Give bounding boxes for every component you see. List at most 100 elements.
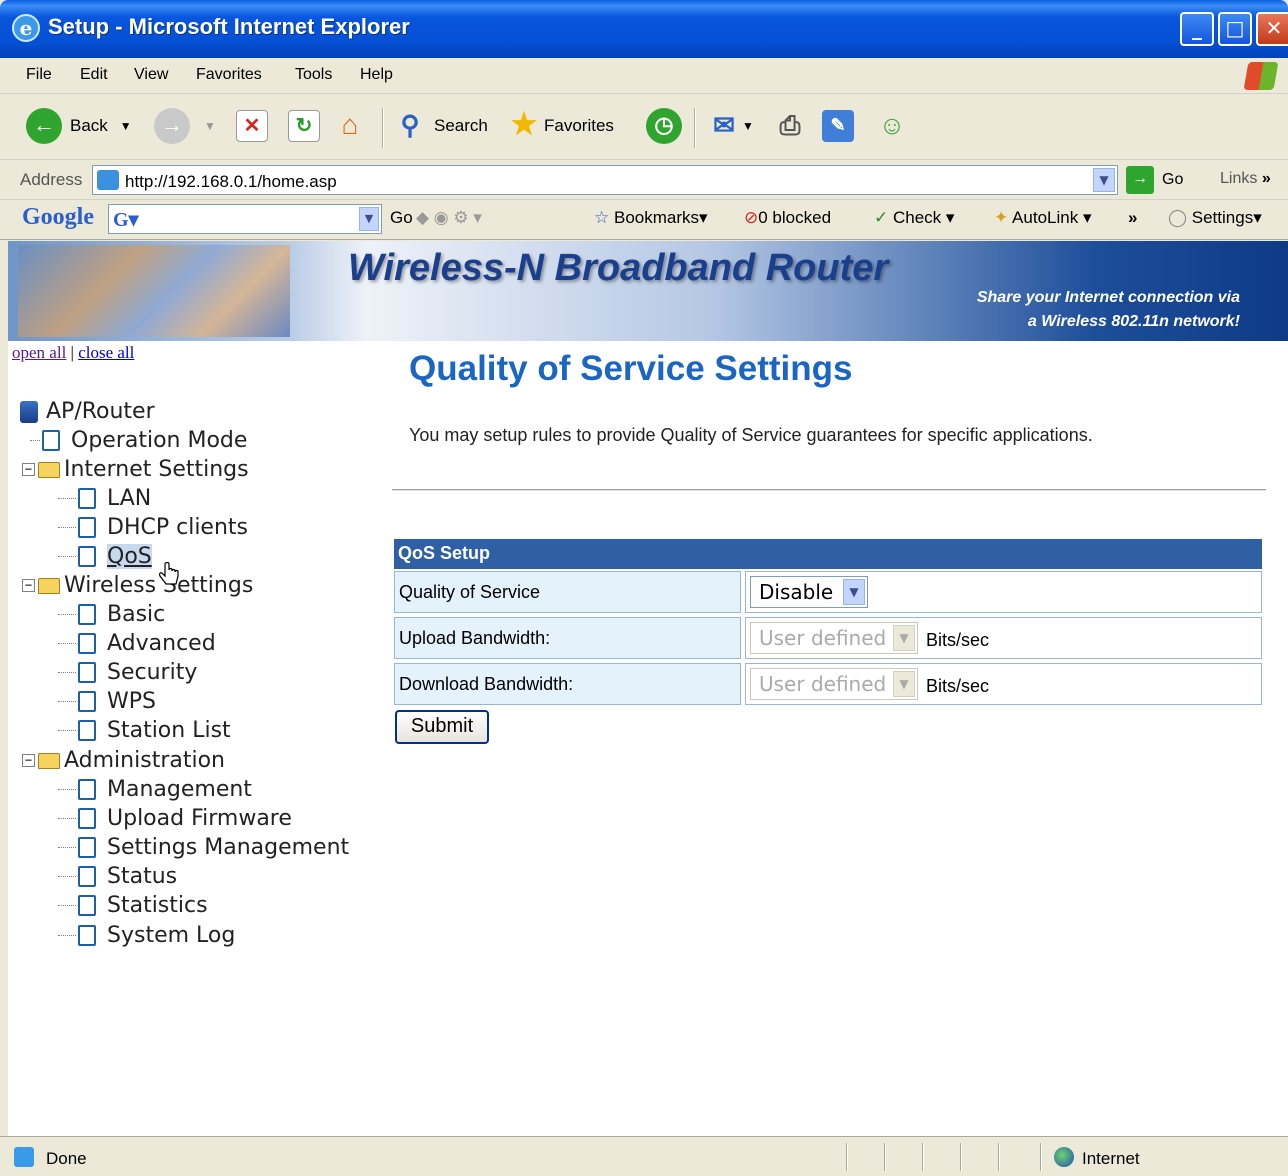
tree-item-upload-firmware[interactable]: Upload Firmware	[58, 806, 292, 831]
page-icon	[78, 720, 96, 741]
tree-item-internet-settings[interactable]: − Internet Settings	[22, 457, 249, 482]
ie-page-icon	[14, 1147, 34, 1167]
menu-edit[interactable]: Edit	[80, 66, 108, 84]
menu-file[interactable]: File	[26, 66, 52, 84]
popup-blocker-button[interactable]: ⊘0 blocked	[744, 208, 831, 228]
tree-item-advanced[interactable]: Advanced	[58, 631, 216, 656]
page-icon	[78, 895, 96, 916]
chevron-down-icon: ▼	[893, 671, 915, 697]
settings-button[interactable]: ◯ Settings▾	[1168, 208, 1262, 228]
blocked-label: 0 blocked	[758, 208, 832, 227]
banner-title: Wireless-N Broadband Router	[348, 247, 889, 289]
tree-item-system-log[interactable]: System Log	[58, 923, 235, 948]
stop-button[interactable]: ✕	[236, 106, 268, 146]
spellcheck-button[interactable]: ✓ Check ▾	[874, 208, 954, 228]
chevron-down-icon[interactable]: ▼	[1093, 168, 1115, 192]
spellcheck-icon: ✓	[874, 208, 889, 227]
tree-item-operation-mode[interactable]: Operation Mode	[30, 428, 247, 453]
minimize-button[interactable]: _	[1180, 12, 1214, 46]
go-button[interactable]: → Go	[1126, 166, 1183, 194]
tree-item-qos[interactable]: QoS	[58, 544, 152, 569]
google-search-input[interactable]: G▾ ▼	[108, 204, 382, 234]
chevron-down-icon[interactable]: ▼	[359, 207, 379, 231]
upload-select-value: User defined	[759, 626, 887, 650]
toolbar: ← Back ▼ → ▼ ✕ ↻ ⌂ ⚲ Search ★ Favorites …	[0, 94, 1288, 160]
links-button[interactable]: Links »	[1220, 170, 1271, 188]
search-label: Search	[434, 116, 488, 135]
status-separator	[846, 1143, 848, 1171]
google-logo-text: Google	[22, 204, 94, 230]
address-input[interactable]: http://192.168.0.1/home.asp ▼	[92, 165, 1118, 195]
go-arrow-icon: →	[1126, 166, 1154, 194]
bookmarks-button[interactable]: ☆ Bookmarks▾	[594, 208, 708, 228]
submit-button[interactable]: Submit	[395, 710, 489, 744]
tree-controls: open all | close all	[12, 343, 135, 362]
qos-select-value: Disable	[759, 580, 834, 604]
maximize-button[interactable]: □	[1218, 12, 1252, 46]
tree-line	[58, 556, 76, 557]
refresh-button[interactable]: ↻	[288, 106, 320, 146]
qos-select[interactable]: Disable ▼	[750, 576, 868, 608]
tree-item-status[interactable]: Status	[58, 864, 177, 889]
chevron-down-icon: ▼	[742, 119, 754, 133]
page-icon	[78, 837, 96, 858]
google-toolbar: Google G▾ ▼ Go ◆ ◉ ⚙ ▾ ☆ Bookmarks▾ ⊘0 b…	[0, 200, 1288, 240]
favorites-label: Favorites	[544, 116, 614, 135]
chevron-down-icon: ▼	[893, 625, 915, 651]
tree-item-lan[interactable]: LAN	[58, 486, 151, 511]
menu-help[interactable]: Help	[360, 66, 393, 84]
forward-button[interactable]: → ▼	[154, 106, 216, 146]
star-icon: ★	[510, 108, 538, 141]
tree-item-wireless-settings[interactable]: − Wireless Settings	[22, 573, 253, 598]
tree-item-station-list[interactable]: Station List	[58, 718, 231, 743]
print-button[interactable]: ⎙	[774, 106, 806, 146]
collapse-icon: −	[22, 463, 35, 476]
back-button[interactable]: ← Back ▼	[26, 106, 132, 146]
autolink-button[interactable]: ✦ AutoLink ▾	[994, 208, 1091, 228]
links-label: Links	[1220, 170, 1258, 187]
tree-item-wps[interactable]: WPS	[58, 689, 156, 714]
chevron-down-icon: ▼	[843, 579, 865, 605]
tree-item-label: WPS	[107, 689, 156, 714]
address-url: http://192.168.0.1/home.asp	[125, 172, 337, 191]
menu-view[interactable]: View	[134, 66, 168, 84]
hand-cursor-icon	[159, 562, 179, 585]
open-all-link[interactable]: open all	[12, 343, 66, 362]
home-icon: ⌂	[341, 109, 359, 140]
upload-unit: Bits/sec	[926, 630, 990, 650]
edit-button[interactable]: ✎	[822, 106, 854, 146]
internet-zone-icon	[1054, 1147, 1074, 1167]
tree-item-label: Upload Firmware	[107, 806, 292, 831]
google-go-label: Go	[390, 208, 413, 227]
tree-item-label: Management	[107, 777, 252, 802]
search-button[interactable]: ⚲ Search	[394, 106, 488, 146]
google-go-button[interactable]: Go	[390, 208, 413, 228]
mail-button[interactable]: ✉ ▼	[708, 106, 754, 146]
tree-item-dhcp-clients[interactable]: DHCP clients	[58, 515, 248, 540]
tree-root[interactable]: AP/Router	[20, 399, 155, 424]
download-bandwidth-select[interactable]: User defined ▼	[750, 668, 918, 700]
toolbar-separator	[382, 108, 384, 148]
history-button[interactable]: ◷	[646, 106, 682, 146]
computer-icon	[20, 400, 38, 423]
page-icon	[78, 517, 96, 538]
toolbar-icons[interactable]: ◆ ◉ ⚙ ▾	[416, 208, 482, 228]
tree-item-security[interactable]: Security	[58, 660, 197, 685]
menu-favorites[interactable]: Favorites	[196, 66, 262, 84]
google-logo[interactable]: Google	[22, 204, 94, 231]
messenger-button[interactable]: ☺	[876, 106, 908, 146]
chevron-down-icon: ▼	[119, 119, 132, 133]
more-chevron-icon[interactable]: »	[1128, 208, 1137, 228]
tree-item-statistics[interactable]: Statistics	[58, 893, 208, 918]
home-button[interactable]: ⌂	[334, 106, 366, 146]
menu-tools[interactable]: Tools	[295, 66, 332, 84]
close-button[interactable]: ✕	[1256, 12, 1288, 46]
tree-item-administration[interactable]: − Administration	[22, 748, 225, 773]
favorites-button[interactable]: ★ Favorites	[508, 106, 614, 146]
tree-item-management[interactable]: Management	[58, 777, 252, 802]
close-all-link[interactable]: close all	[78, 343, 134, 362]
upload-bandwidth-select[interactable]: User defined ▼	[750, 622, 918, 654]
tree-item-basic[interactable]: Basic	[58, 602, 165, 627]
tree-item-label: Station List	[107, 718, 231, 743]
tree-item-settings-management[interactable]: Settings Management	[58, 835, 349, 860]
